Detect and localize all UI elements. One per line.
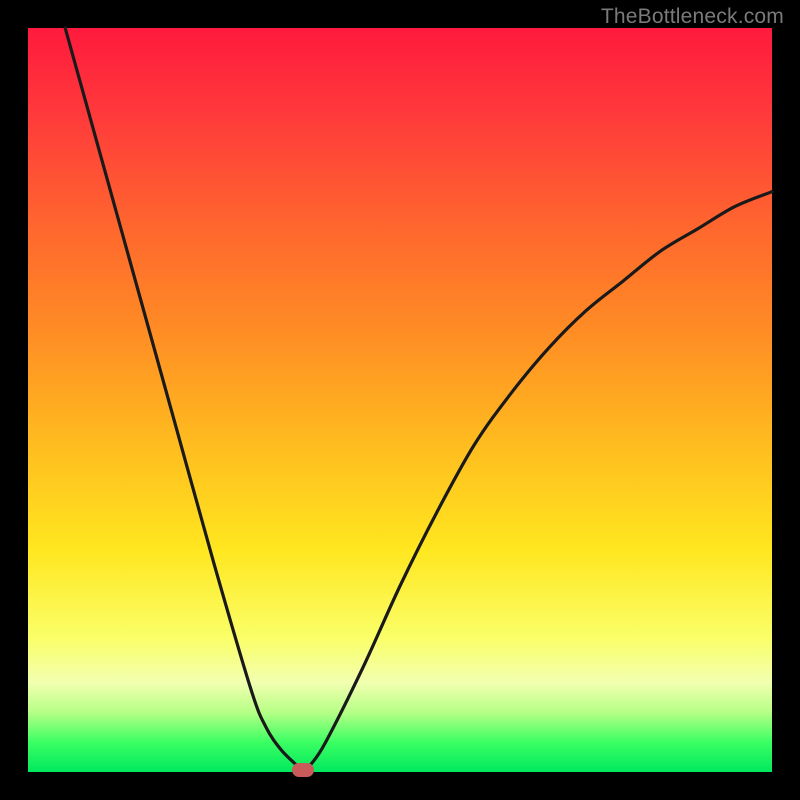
chart-frame: TheBottleneck.com <box>0 0 800 800</box>
plot-area <box>28 28 772 772</box>
minimum-marker <box>292 763 314 777</box>
bottleneck-curve <box>65 28 772 772</box>
curve-svg <box>28 28 772 772</box>
watermark-text: TheBottleneck.com <box>601 5 784 29</box>
